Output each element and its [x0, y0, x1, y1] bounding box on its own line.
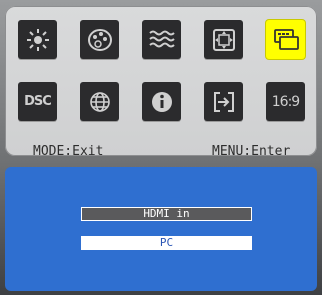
brightness-icon[interactable]	[18, 20, 57, 59]
recall-icon	[213, 91, 234, 112]
color-icon[interactable]	[80, 20, 119, 59]
image-position-icon[interactable]	[204, 20, 243, 59]
wave-icon	[148, 30, 175, 47]
input-select-icon	[273, 28, 299, 50]
palette-icon	[87, 28, 112, 51]
input-source-screen: HDMI in PC	[5, 167, 317, 291]
reset-icon[interactable]	[204, 82, 243, 121]
aspect-ratio-icon[interactable]: 16:9	[266, 82, 305, 121]
language-icon[interactable]	[80, 82, 119, 121]
dsc-icon-text: DSC	[24, 94, 52, 109]
sun-icon	[26, 28, 49, 51]
position-icon	[212, 28, 235, 51]
source-option-pc[interactable]: PC	[81, 236, 252, 250]
mode-exit-hint: MODE:Exit	[33, 144, 104, 159]
globe-icon	[89, 91, 110, 112]
input-source-icon[interactable]	[266, 20, 305, 59]
osd-menu-panel: DSC 16:9 MODE:Exit MENU:Enter	[5, 6, 317, 159]
info-icon	[151, 91, 172, 112]
dsc-icon[interactable]: DSC	[18, 82, 57, 121]
information-icon[interactable]	[142, 82, 181, 121]
picture-icon[interactable]	[142, 20, 181, 59]
aspect-ratio-text: 16:9	[271, 93, 300, 110]
source-option-hdmi[interactable]: HDMI in	[81, 207, 252, 221]
menu-enter-hint: MENU:Enter	[212, 144, 291, 159]
